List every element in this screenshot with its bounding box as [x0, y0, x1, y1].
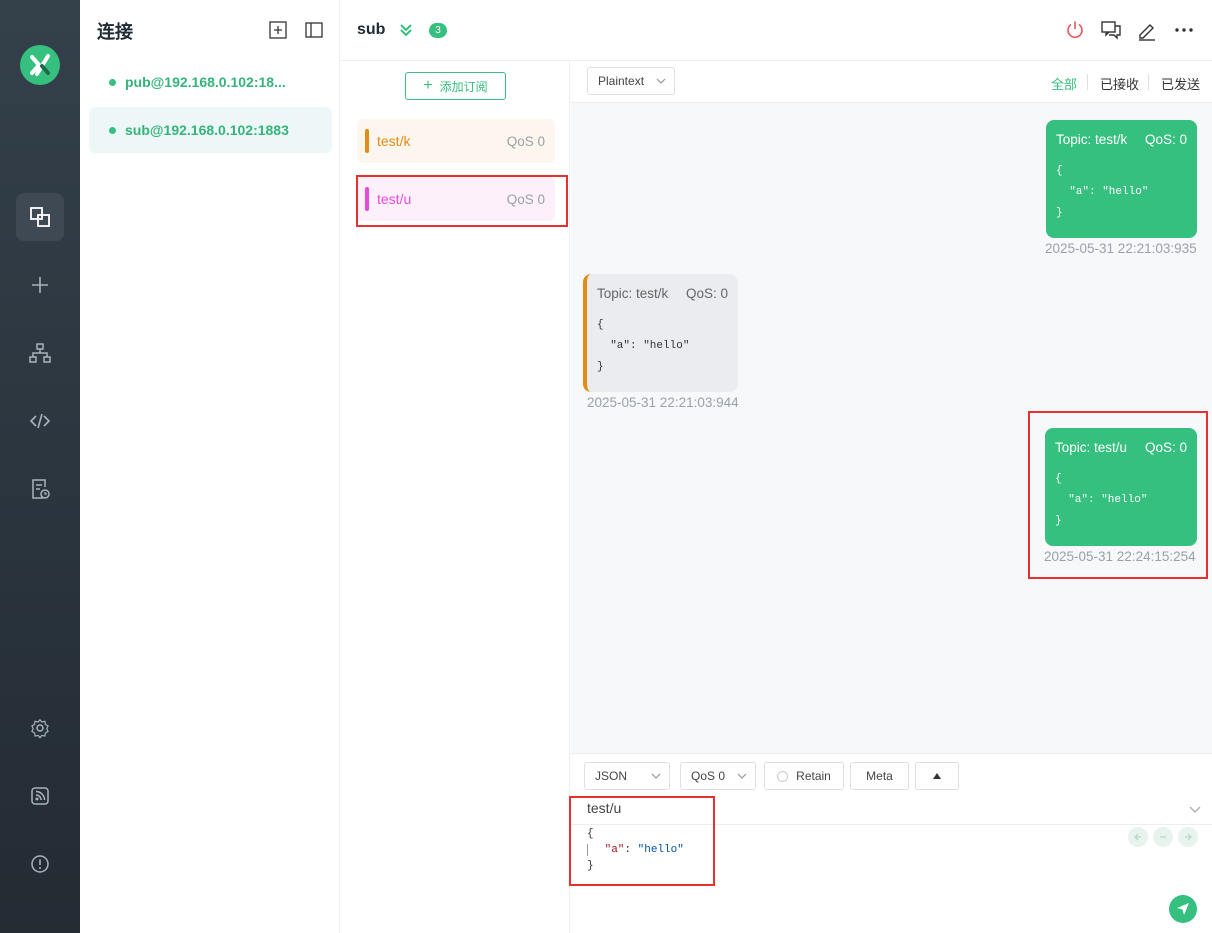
message-topic: Topic: test/k: [597, 286, 669, 301]
message-list: Plaintext 全部 已接收 已发送 Topic: test/k QoS: …: [571, 61, 1212, 753]
mqttx-logo-icon: [20, 45, 60, 85]
connection-status-dot: [109, 126, 116, 134]
subscription-color-bar: [365, 129, 369, 153]
message-topic: Topic: test/k: [1056, 132, 1128, 147]
chevron-down-icon: [651, 773, 661, 779]
send-button[interactable]: [1169, 895, 1197, 923]
message-payload: { "a": "hello" }: [1056, 165, 1149, 219]
settings-nav-button[interactable]: [16, 704, 64, 752]
publish-qos-value: QoS 0: [691, 769, 726, 783]
message-count-badge: 3: [429, 23, 447, 38]
connection-header: sub 3: [341, 0, 1212, 61]
more-options-icon[interactable]: [1173, 19, 1195, 41]
app-sidebar: [0, 0, 80, 933]
clear-message-button[interactable]: [1153, 827, 1173, 847]
previous-message-button[interactable]: [1128, 827, 1148, 847]
new-connection-nav-button[interactable]: [16, 261, 64, 309]
log-icon: [32, 479, 50, 499]
filter-sent[interactable]: 已发送: [1161, 74, 1200, 93]
connection-name: pub@192.168.0.102:18...: [125, 74, 286, 90]
connections-nav-button[interactable]: [16, 193, 64, 241]
connections-title: 连接: [97, 22, 133, 42]
message-bubble-received[interactable]: Topic: test/k QoS: 0 { "a": "hello" }: [583, 274, 738, 392]
connection-name: sub@192.168.0.102:1883: [125, 122, 289, 138]
retain-toggle[interactable]: Retain: [764, 762, 844, 790]
message-timestamp: 2025-05-31 22:21:03:944: [587, 395, 739, 410]
caret-up-icon: [933, 773, 941, 779]
filter-separator: [1148, 74, 1149, 90]
filter-separator: [1087, 74, 1088, 90]
chevron-down-icon: [656, 78, 666, 84]
collapse-panel-icon[interactable]: [304, 20, 324, 40]
retain-label: Retain: [796, 769, 831, 783]
filter-received[interactable]: 已接收: [1100, 74, 1139, 93]
subscription-topic: test/k: [377, 133, 411, 149]
new-folder-icon[interactable]: [268, 20, 288, 40]
publish-format-value: JSON: [595, 769, 628, 783]
arrow-left-icon: [1134, 833, 1141, 841]
message-payload: { "a": "hello" }: [597, 319, 690, 373]
meta-button[interactable]: Meta: [850, 762, 909, 790]
edit-pencil-icon[interactable]: [1136, 19, 1158, 41]
info-icon: [31, 855, 49, 873]
expand-double-chevron-icon[interactable]: [398, 22, 414, 38]
highlight-box: [1028, 411, 1208, 579]
message-bubble-sent[interactable]: Topic: test/k QoS: 0 { "a": "hello" }: [1046, 120, 1197, 238]
payload-format-value: Plaintext: [598, 74, 645, 88]
topology-icon: [29, 343, 51, 363]
highlight-box: [569, 796, 715, 886]
chevron-down-icon: [737, 773, 747, 779]
retain-radio-icon: [777, 770, 789, 782]
message-qos: QoS: 0: [685, 286, 728, 301]
connections-icon: [30, 207, 50, 227]
publish-format-select[interactable]: JSON: [584, 762, 670, 790]
subscription-item-test-k[interactable]: test/k QoS 0: [357, 119, 555, 163]
connection-title: sub: [357, 21, 386, 38]
add-subscription-label: 添加订阅: [439, 79, 488, 94]
plus-icon: [32, 277, 48, 293]
add-subscription-button[interactable]: + 添加订阅: [405, 72, 506, 100]
send-icon: [1177, 903, 1189, 915]
new-window-chat-icon[interactable]: [1100, 19, 1122, 41]
code-icon: [29, 413, 51, 429]
subscribe-feed-nav-button[interactable]: [16, 772, 64, 820]
publish-qos-select[interactable]: QoS 0: [680, 762, 756, 790]
minus-icon: [1160, 836, 1166, 838]
about-nav-button[interactable]: [16, 840, 64, 888]
message-qos: QoS: 0: [1144, 132, 1187, 147]
rss-icon: [31, 787, 49, 805]
topology-nav-button[interactable]: [16, 329, 64, 377]
connections-panel: 连接 pub@192.168.0.102:18... sub@192.168.0…: [80, 0, 340, 933]
arrow-right-icon: [1185, 833, 1192, 841]
plus-icon: +: [423, 77, 433, 94]
next-message-button[interactable]: [1178, 827, 1198, 847]
filter-all[interactable]: 全部: [1051, 74, 1077, 93]
disconnect-power-icon[interactable]: [1064, 19, 1086, 41]
message-timestamp: 2025-05-31 22:21:03:935: [1045, 241, 1197, 256]
connection-item-sub[interactable]: sub@192.168.0.102:1883: [89, 107, 332, 153]
gear-icon: [31, 718, 49, 739]
subscription-qos: QoS 0: [506, 133, 545, 149]
log-nav-button[interactable]: [16, 465, 64, 513]
highlight-box: [356, 175, 568, 227]
meta-label: Meta: [866, 769, 893, 783]
connection-status-dot: [109, 78, 116, 86]
payload-format-select[interactable]: Plaintext: [587, 67, 675, 95]
message-toolbar: Plaintext 全部 已接收 已发送: [571, 61, 1212, 103]
history-up-button[interactable]: [915, 762, 959, 790]
chevron-down-icon[interactable]: [1188, 802, 1202, 816]
connection-item-pub[interactable]: pub@192.168.0.102:18...: [89, 59, 332, 105]
script-nav-button[interactable]: [16, 397, 64, 445]
